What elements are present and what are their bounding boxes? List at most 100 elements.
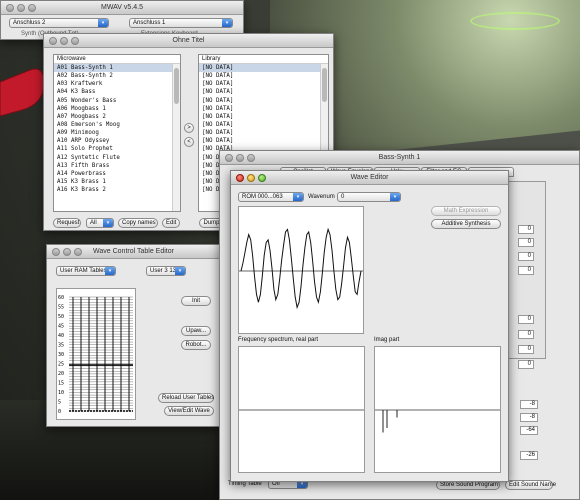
- output-port-select[interactable]: Anschluss 2 ▾: [9, 18, 109, 28]
- robot-button[interactable]: Robot...: [181, 340, 211, 350]
- list-item[interactable]: A08 Emerson's Moog: [54, 121, 180, 129]
- parameter-value-field[interactable]: 0: [518, 345, 534, 354]
- sound-editor-titlebar[interactable]: Bass-Synth 1: [220, 151, 579, 165]
- parameter-value-field[interactable]: -64: [520, 426, 538, 435]
- close-icon[interactable]: [49, 37, 57, 45]
- list-item[interactable]: [NO DATA]: [199, 121, 328, 129]
- frequency-spectrum-display[interactable]: [238, 346, 365, 473]
- list-item[interactable]: A03 Kraftwerk: [54, 80, 180, 88]
- list-item[interactable]: A02 Bass-Synth 2: [54, 72, 180, 80]
- imag-part-graph[interactable]: [375, 347, 500, 472]
- chevron-down-icon: ▾: [390, 193, 400, 201]
- y-tick-label: 20: [58, 371, 64, 377]
- list-item[interactable]: [NO DATA]: [199, 64, 328, 73]
- waveform-display[interactable]: [238, 206, 364, 334]
- zoom-icon[interactable]: [247, 154, 255, 162]
- list-item[interactable]: [NO DATA]: [199, 137, 328, 145]
- close-icon[interactable]: [236, 174, 244, 182]
- zoom-icon[interactable]: [71, 37, 79, 45]
- list-item[interactable]: A01 Bass-Synth 1: [54, 64, 180, 73]
- list-item[interactable]: [NO DATA]: [199, 113, 328, 121]
- zoom-icon[interactable]: [258, 174, 266, 182]
- move-right-button[interactable]: >: [184, 123, 194, 133]
- input-port-select[interactable]: Anschluss 1 ▾: [129, 18, 233, 28]
- minimize-icon[interactable]: [60, 37, 68, 45]
- list-item[interactable]: A15 K3 Brass 1: [54, 178, 180, 186]
- wave-control-titlebar[interactable]: Wave Control Table Editor: [47, 245, 220, 259]
- chevron-down-icon: ▾: [105, 267, 115, 275]
- init-button[interactable]: Init: [181, 296, 211, 306]
- list-item[interactable]: [NO DATA]: [199, 97, 328, 105]
- parameter-value-field[interactable]: 0: [518, 266, 534, 275]
- parameter-value-field[interactable]: 0: [518, 315, 534, 324]
- list-item[interactable]: A11 Solo Prophet: [54, 145, 180, 153]
- frequency-spectrum-graph[interactable]: [239, 347, 364, 472]
- microwave-list[interactable]: Microwave A01 Bass-Synth 1 A02 Bass-Synth…: [53, 54, 181, 212]
- parameter-value-field[interactable]: 0: [518, 330, 534, 339]
- edit-button[interactable]: Edit: [162, 218, 180, 228]
- minimize-icon[interactable]: [17, 4, 25, 12]
- y-tick-label: 50: [58, 314, 64, 320]
- y-tick-label: 45: [58, 324, 64, 330]
- wave-editor-window: Wave Editor ROM 000...063 ▾ Wavenum 0 ▾ Ma…: [230, 170, 509, 482]
- parameter-value-field[interactable]: 0: [518, 252, 534, 261]
- list-item[interactable]: A14 Powerbrass: [54, 170, 180, 178]
- wave-editor-titlebar[interactable]: Wave Editor: [231, 171, 508, 185]
- minimize-icon[interactable]: [236, 154, 244, 162]
- close-icon[interactable]: [52, 248, 60, 256]
- chevron-down-icon: ▾: [222, 19, 232, 27]
- list-item[interactable]: [NO DATA]: [199, 129, 328, 137]
- list-item[interactable]: A13 Fifth Brass: [54, 162, 180, 170]
- chevron-down-icon: ▾: [293, 193, 303, 201]
- parameter-value-field[interactable]: -8: [520, 413, 538, 422]
- parameter-value-field[interactable]: 0: [518, 238, 534, 247]
- zoom-icon[interactable]: [28, 4, 36, 12]
- table-type-select[interactable]: User RAM Tables ▾: [56, 266, 116, 276]
- list-item[interactable]: [NO DATA]: [199, 105, 328, 113]
- parameter-value-field[interactable]: 0: [518, 225, 534, 234]
- y-tick-label: 15: [58, 381, 64, 387]
- minimize-icon[interactable]: [63, 248, 71, 256]
- close-icon[interactable]: [6, 4, 14, 12]
- y-tick-label: 55: [58, 305, 64, 311]
- wave-table-graph[interactable]: 605550454035302520151050: [57, 289, 137, 421]
- parameter-value-field[interactable]: -8: [520, 400, 538, 409]
- list-item[interactable]: A06 Moogbass 1: [54, 105, 180, 113]
- list-item[interactable]: [NO DATA]: [199, 72, 328, 80]
- list-item[interactable]: A05 Wonder's Bass: [54, 97, 180, 105]
- parameter-value-field[interactable]: -26: [520, 451, 538, 460]
- upward-button[interactable]: Upaw...: [181, 326, 211, 336]
- list-item[interactable]: A16 K3 Brass 2: [54, 186, 180, 194]
- mwav-titlebar[interactable]: MWAV v5.4.5: [1, 1, 243, 15]
- list-item[interactable]: [NO DATA]: [199, 80, 328, 88]
- request-button[interactable]: Request: [53, 218, 81, 228]
- math-expression-button[interactable]: Math Expression: [431, 206, 501, 216]
- zoom-icon[interactable]: [74, 248, 82, 256]
- move-left-button[interactable]: <: [184, 137, 194, 147]
- reload-user-tables-button[interactable]: Reload User Tables: [158, 393, 214, 403]
- edit-sound-name-button[interactable]: Edit Sound Name: [505, 480, 556, 490]
- waveform-graph[interactable]: [239, 207, 363, 333]
- list-item[interactable]: A09 Minimoog: [54, 129, 180, 137]
- copy-names-button[interactable]: Copy names: [118, 218, 158, 228]
- window-title: Ohne Titel: [172, 37, 205, 44]
- additive-synthesis-button[interactable]: Additive Synthesis: [431, 219, 501, 229]
- view-edit-wave-button[interactable]: View/Edit Wave: [164, 406, 214, 416]
- list-item[interactable]: A10 ARP Odyssey: [54, 137, 180, 145]
- imag-part-display[interactable]: [374, 346, 501, 473]
- list-item[interactable]: [NO DATA]: [199, 88, 328, 96]
- table-number-select[interactable]: User 3 135 ▾: [146, 266, 186, 276]
- scrollbar[interactable]: [172, 64, 180, 211]
- wavenum-select[interactable]: 0 ▾: [337, 192, 401, 202]
- y-tick-label: 25: [58, 362, 64, 368]
- list-item[interactable]: A07 Moogbass 2: [54, 113, 180, 121]
- bank-manager-titlebar[interactable]: Ohne Titel: [44, 34, 333, 48]
- rom-bank-select[interactable]: ROM 000...063 ▾: [238, 192, 304, 202]
- close-icon[interactable]: [225, 154, 233, 162]
- minimize-icon[interactable]: [247, 174, 255, 182]
- wave-table-plot[interactable]: 60 55 50 45 40 35 30 25 20 15 10 5 0: [56, 288, 136, 420]
- list-item[interactable]: A12 Syntetic Flute: [54, 154, 180, 162]
- list-item[interactable]: A04 K3 Bass: [54, 88, 180, 96]
- parameter-value-field[interactable]: 0: [518, 360, 534, 369]
- request-scope-select[interactable]: All ▾: [86, 218, 114, 228]
